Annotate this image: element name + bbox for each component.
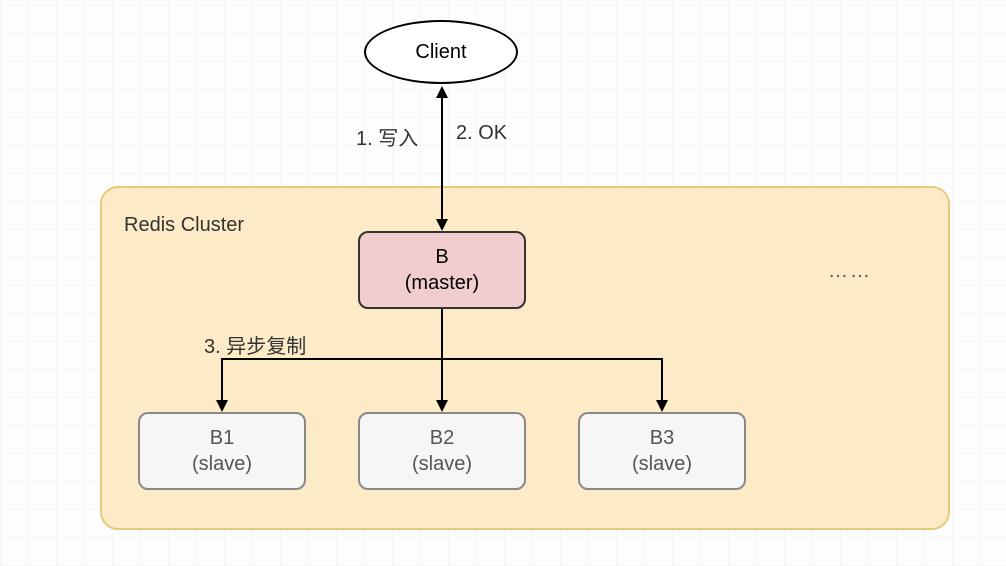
slave-b3-name: B3 — [650, 425, 674, 451]
slave-node-b1: B1 (slave) — [138, 412, 306, 490]
slave-b3-role: (slave) — [632, 451, 692, 477]
arrow-ok-label: 2. OK — [456, 122, 507, 145]
arrow-client-master-up — [436, 86, 448, 98]
client-label: Client — [415, 41, 466, 64]
master-node: B (master) — [358, 231, 526, 309]
slave-b2-role: (slave) — [412, 451, 472, 477]
arrow-write-label: 1. 写入 — [356, 122, 418, 151]
cluster-ellipsis: …… — [828, 260, 872, 283]
slave-b2-name: B2 — [430, 425, 454, 451]
client-node: Client — [364, 20, 518, 84]
cluster-title: Redis Cluster — [124, 214, 244, 237]
slave-node-b2: B2 (slave) — [358, 412, 526, 490]
master-role: (master) — [405, 270, 479, 296]
slave-b1-role: (slave) — [192, 451, 252, 477]
slave-b1-name: B1 — [210, 425, 234, 451]
arrow-replicate-label: 3. 异步复制 — [204, 330, 306, 359]
master-name: B — [435, 244, 448, 270]
arrow-client-master-down — [436, 219, 448, 231]
arrow-client-master-line — [441, 96, 443, 219]
slave-node-b3: B3 (slave) — [578, 412, 746, 490]
